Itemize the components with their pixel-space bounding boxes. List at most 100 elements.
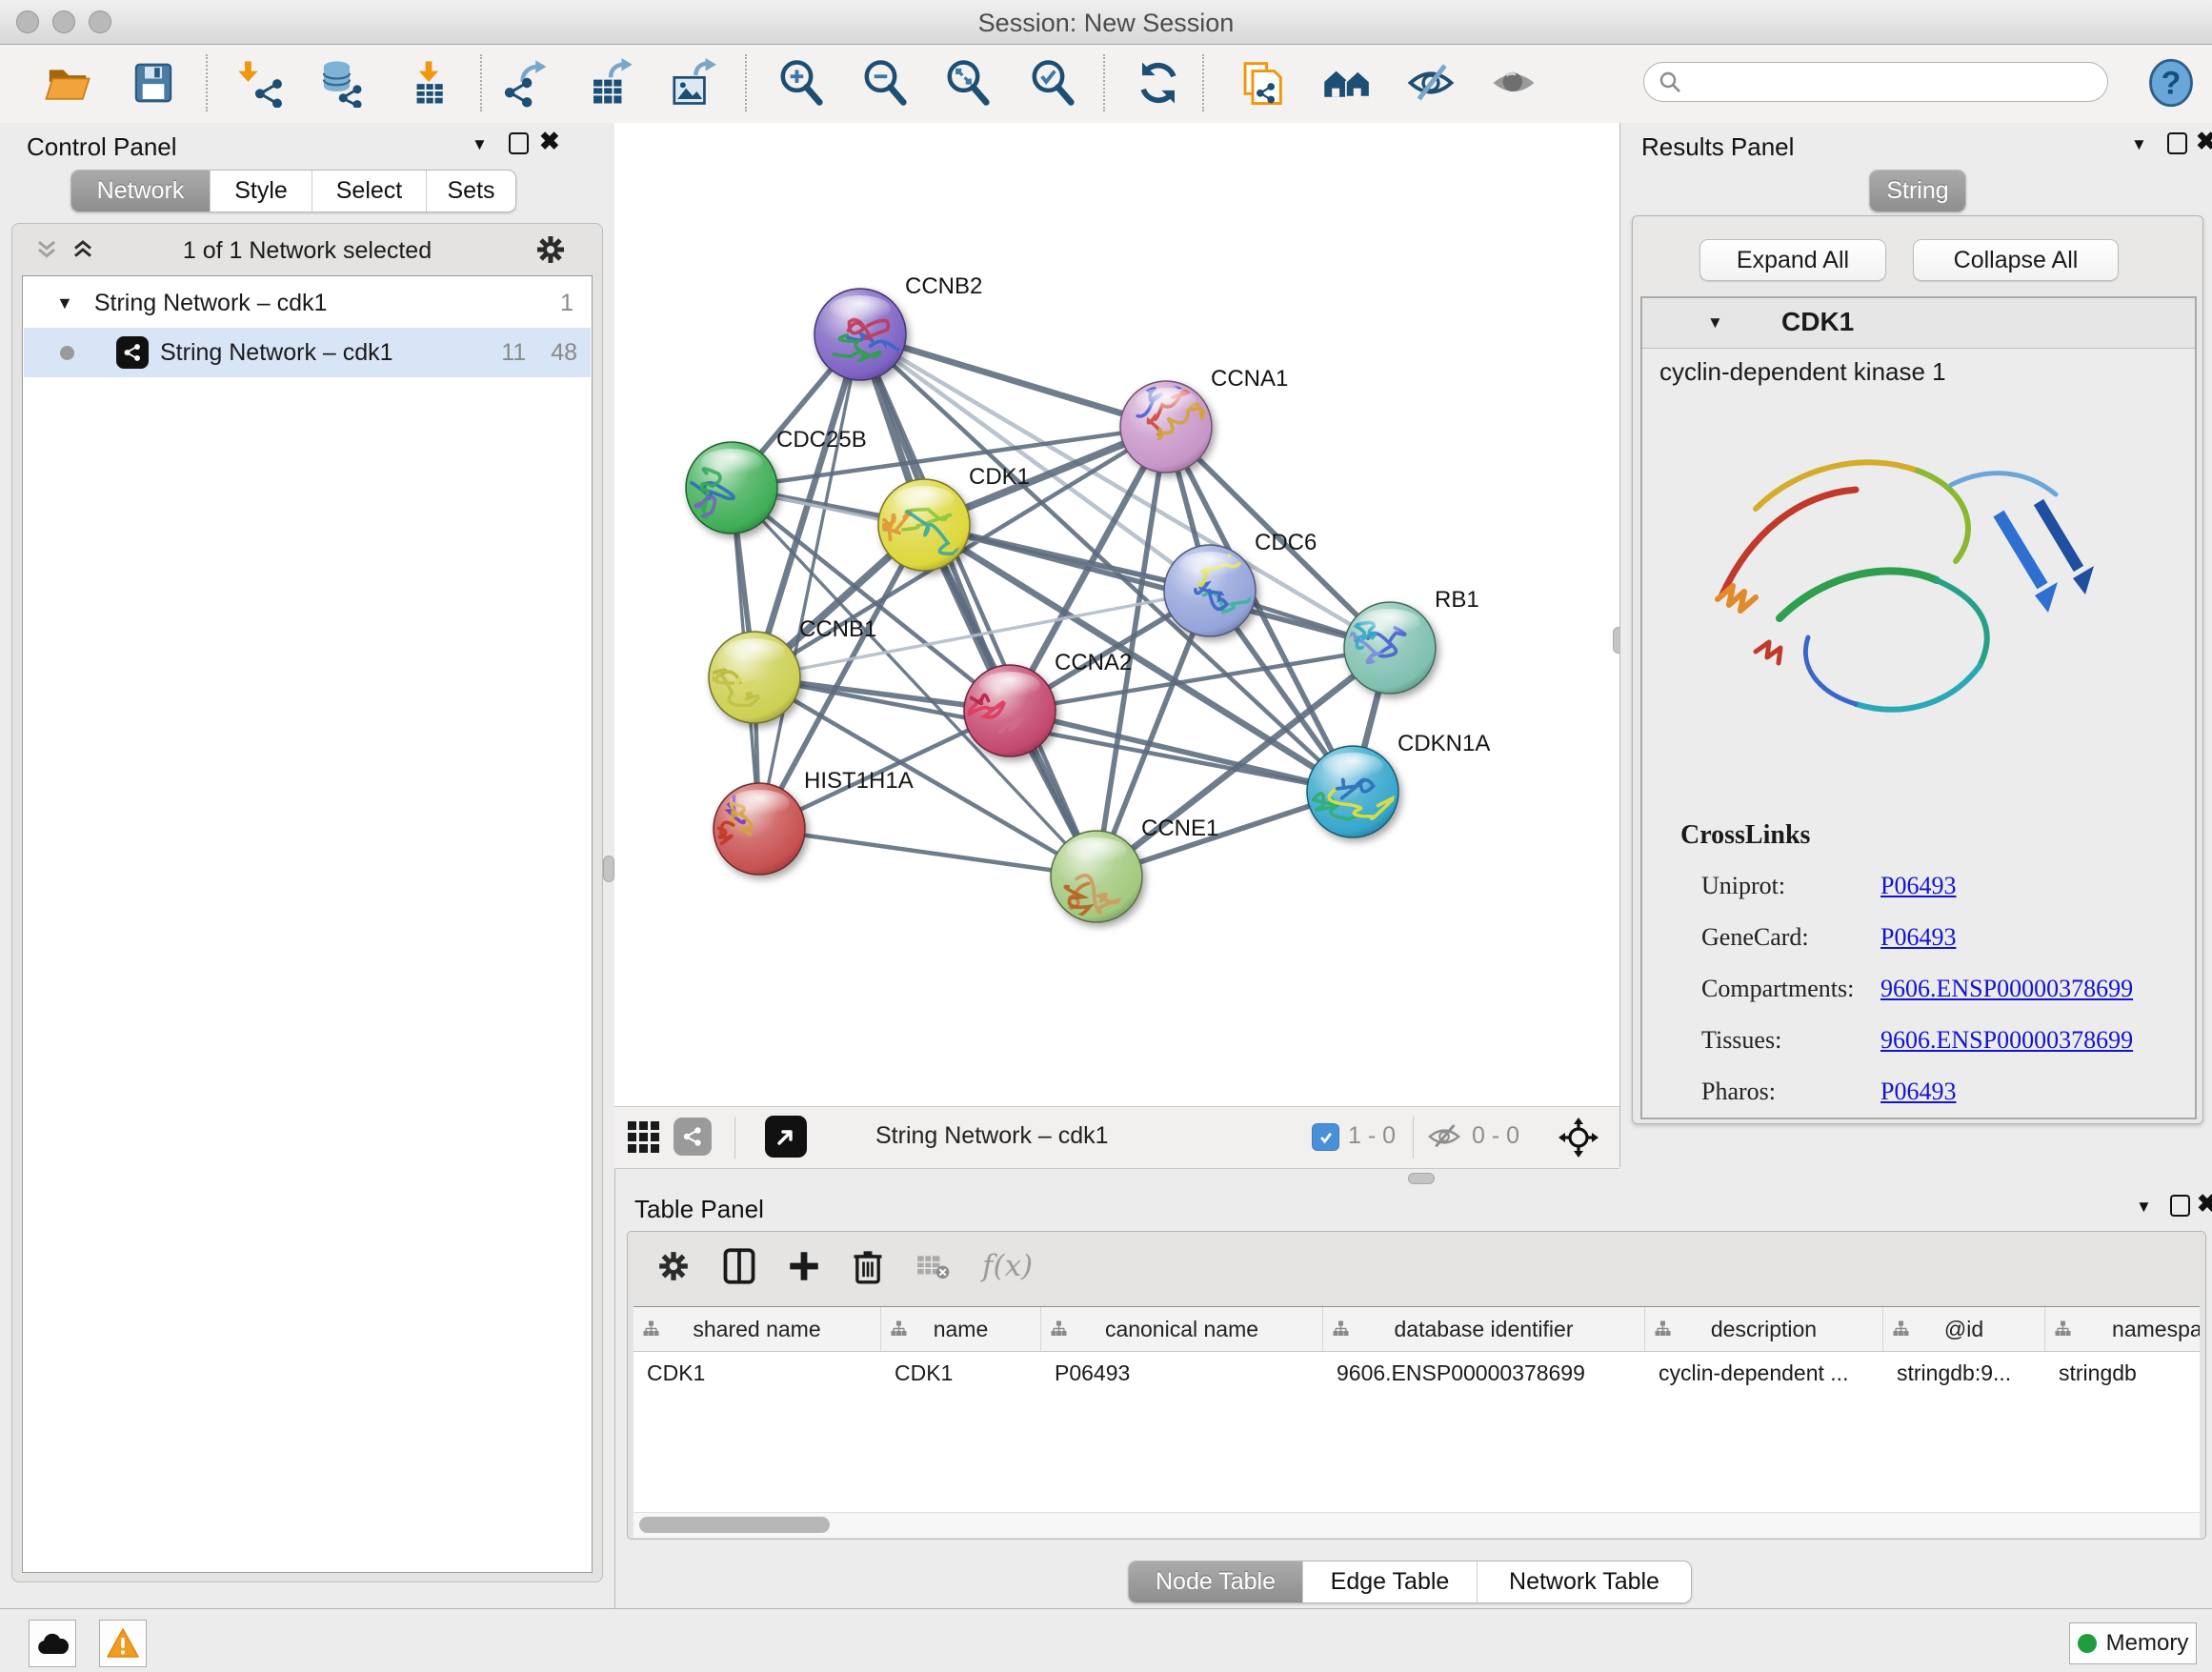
network-node-hist1h1a[interactable] — [702, 783, 805, 875]
open-session-button[interactable] — [43, 58, 92, 108]
column-header-shared-name[interactable]: shared name — [633, 1307, 881, 1351]
network-label: String Network – cdk1 — [160, 339, 393, 367]
table-panel-menu-icon[interactable]: ▼ — [2136, 1198, 2152, 1217]
vertical-splitter-grip[interactable] — [603, 856, 614, 882]
scrollbar-thumb[interactable] — [639, 1517, 830, 1533]
tab-node-table[interactable]: Node Table — [1129, 1561, 1303, 1602]
network-node-ccnb2[interactable] — [814, 289, 915, 380]
crosslink-pharos[interactable]: P06493 — [1880, 1078, 1956, 1106]
warnings-button[interactable] — [99, 1620, 147, 1667]
search-input[interactable] — [1682, 68, 2086, 96]
automation-status-button[interactable] — [29, 1620, 76, 1667]
network-node-count: 11 — [501, 339, 526, 367]
save-session-button[interactable] — [129, 58, 178, 108]
table-row[interactable]: CDK1 CDK1 P06493 9606.ENSP00000378699 cy… — [633, 1352, 2200, 1394]
tab-edge-table[interactable]: Edge Table — [1303, 1561, 1478, 1602]
delete-column-icon[interactable] — [853, 1248, 883, 1284]
gear-icon[interactable] — [534, 233, 567, 266]
column-type-icon — [1893, 1320, 1909, 1337]
zoom-out-button[interactable] — [860, 58, 910, 108]
network-node-ccna1[interactable] — [1120, 374, 1212, 473]
table-gear-icon[interactable] — [656, 1249, 691, 1283]
export-table-button[interactable] — [585, 58, 634, 108]
tree-expander-icon[interactable]: ▼ — [56, 293, 73, 313]
save-floppy-icon — [129, 58, 178, 108]
network-row-selected[interactable]: String Network – cdk1 11 48 — [24, 328, 591, 377]
network-node-cdc6[interactable] — [1164, 544, 1262, 636]
export-network-icon — [501, 58, 551, 108]
results-panel-close-button[interactable]: ✖ — [2196, 127, 2212, 156]
network-canvas[interactable]: CCNB2CCNA1CDC25BCDK1CDC6RB1CCNB1CCNA2CDK… — [614, 123, 1619, 1106]
control-panel-close-button[interactable]: ✖ — [539, 127, 560, 156]
crosslink-row: Tissues: 9606.ENSP00000378699 — [1701, 1026, 1781, 1055]
import-network-file-button[interactable] — [236, 58, 286, 108]
selected-checkbox[interactable] — [1312, 1123, 1339, 1151]
crosshair-icon[interactable] — [1558, 1117, 1599, 1158]
home-button[interactable] — [1322, 58, 1372, 108]
gene-header-row[interactable]: ▼ CDK1 — [1642, 298, 2195, 349]
network-edges — [732, 334, 1390, 876]
export-network-button[interactable] — [501, 58, 551, 108]
horizontal-splitter-grip[interactable] — [1408, 1173, 1435, 1184]
zoom-fit-button[interactable] — [943, 58, 993, 108]
column-header-database-identifier[interactable]: database identifier — [1323, 1307, 1645, 1351]
tab-style[interactable]: Style — [211, 171, 312, 212]
collapse-all-button[interactable]: Collapse All — [1913, 239, 2119, 281]
column-header-name[interactable]: name — [881, 1307, 1041, 1351]
add-column-icon[interactable] — [788, 1250, 820, 1282]
column-header-description[interactable]: description — [1645, 1307, 1883, 1351]
tab-string[interactable]: String — [1870, 171, 1965, 212]
tab-sets[interactable]: Sets — [427, 171, 515, 212]
control-panel-float-button[interactable] — [509, 132, 529, 154]
memory-button[interactable]: Memory — [2069, 1622, 2197, 1664]
gene-description: cyclin-dependent kinase 1 — [1659, 357, 1946, 387]
column-header-namespace[interactable]: namespace — [2045, 1307, 2200, 1351]
results-panel-float-button[interactable] — [2167, 132, 2187, 154]
help-button[interactable]: ? — [2146, 58, 2196, 108]
crosslink-tissues[interactable]: 9606.ENSP00000378699 — [1880, 1026, 2133, 1055]
crosslink-uniprot[interactable]: P06493 — [1880, 872, 1956, 900]
network-node-cdc25b[interactable] — [678, 442, 777, 534]
birdseye-view-button[interactable] — [765, 1116, 807, 1158]
network-node-cdk1[interactable] — [877, 479, 970, 571]
show-columns-icon[interactable] — [723, 1248, 755, 1284]
table-panel-float-button[interactable] — [2170, 1195, 2190, 1217]
show-all-button[interactable] — [1489, 58, 1538, 108]
apply-layout-button[interactable] — [1134, 58, 1183, 108]
gene-detail-box: ▼ CDK1 cyclin-dependent kinase 1 — [1640, 296, 2197, 1119]
results-panel-menu-icon[interactable]: ▼ — [2131, 135, 2147, 154]
network-node-ccna2[interactable] — [944, 665, 1056, 756]
export-image-button[interactable] — [668, 58, 717, 108]
control-panel-menu-icon[interactable]: ▼ — [472, 135, 488, 154]
tab-network[interactable]: Network — [71, 171, 211, 212]
tab-network-table[interactable]: Network Table — [1478, 1561, 1691, 1602]
network-collection-row[interactable]: ▼ String Network – cdk1 1 — [24, 278, 591, 328]
column-type-icon — [1655, 1320, 1671, 1337]
zoom-selected-button[interactable] — [1028, 58, 1077, 108]
import-table-button[interactable] — [404, 58, 453, 108]
column-header-canonical-name[interactable]: canonical name — [1041, 1307, 1323, 1351]
grid-view-icon[interactable] — [628, 1121, 659, 1153]
crosslink-compartments[interactable]: 9606.ENSP00000378699 — [1880, 975, 2133, 1003]
crosslink-genecard[interactable]: P06493 — [1880, 923, 1956, 952]
cloud-icon — [36, 1631, 69, 1656]
column-header-id[interactable]: @id — [1883, 1307, 2045, 1351]
table-panel-close-button[interactable]: ✖ — [2197, 1189, 2212, 1219]
hidden-eye-slash-icon — [1426, 1121, 1462, 1152]
gene-expander-icon[interactable]: ▼ — [1707, 313, 1723, 332]
import-network-database-button[interactable] — [316, 58, 366, 108]
search-icon — [1658, 70, 1682, 94]
table-horizontal-scrollbar[interactable] — [633, 1512, 2200, 1538]
network-node-ccne1[interactable] — [1033, 831, 1142, 929]
network-node-ccnb1[interactable] — [695, 632, 800, 723]
column-type-icon — [1051, 1320, 1067, 1337]
crosslink-row: Compartments: 9606.ENSP00000378699 — [1701, 975, 1854, 1003]
warning-icon — [106, 1627, 140, 1660]
expand-all-button[interactable]: Expand All — [1699, 239, 1886, 281]
network-graph[interactable]: CCNB2CCNA1CDC25BCDK1CDC6RB1CCNB1CCNA2CDK… — [614, 123, 1619, 1106]
hide-selected-button[interactable] — [1406, 58, 1456, 108]
zoom-in-button[interactable] — [776, 58, 826, 108]
network-node-cdkn1a[interactable] — [1307, 746, 1398, 837]
copy-network-button[interactable] — [1237, 58, 1286, 108]
tab-select[interactable]: Select — [312, 171, 427, 212]
